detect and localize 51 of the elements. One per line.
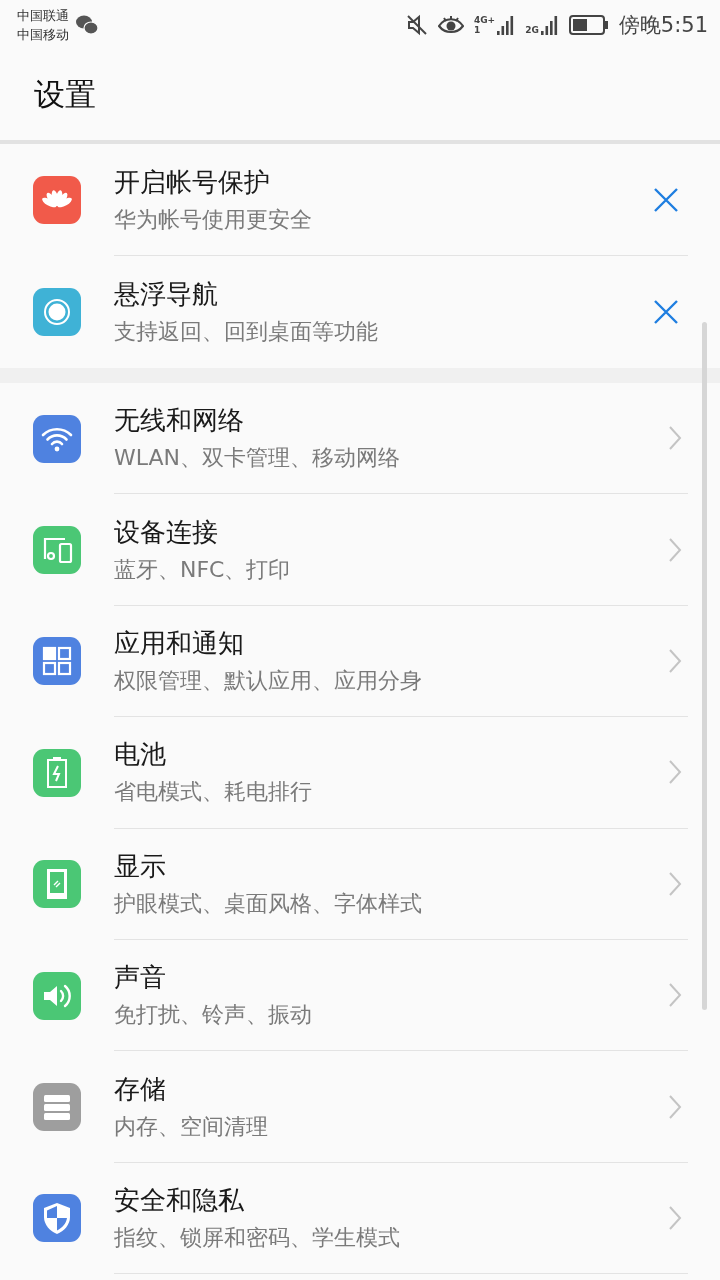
eye-icon [437,15,464,35]
muted-speaker-icon [405,14,428,36]
item-title: 设备连接 [114,515,219,549]
settings-item[interactable]: 存储 内存、空间清理 [0,1051,720,1163]
settings-item[interactable]: 悬浮导航 支持返回、回到桌面等功能 [0,256,720,368]
item-title: 显示 [114,849,167,883]
item-title: 无线和网络 [114,404,245,438]
network-type: 4G+ [473,15,496,25]
chevron-icon [668,647,682,674]
item-title: 应用和通知 [114,626,245,660]
item-title: 开启帐号保护 [114,165,271,199]
item-subtitle: 权限管理、默认应用、应用分身 [114,666,423,695]
signal-bars-icon [540,15,559,35]
item-subtitle: 护眼模式、桌面风格、字体样式 [114,889,423,918]
chevron-icon [668,759,682,786]
settings-item[interactable]: 安全和隐私 指纹、锁屏和密码、学生模式 [0,1162,720,1275]
settings-item[interactable]: 应用和通知 权限管理、默认应用、应用分身 [0,605,720,718]
item-subtitle: 华为帐号使用更安全 [114,205,313,234]
chevron-icon [668,982,682,1009]
chevron-icon [668,536,682,563]
item-title: 悬浮导航 [114,278,219,311]
item-subtitle: 蓝牙、NFC、打印 [114,555,292,584]
settings-item[interactable]: 声音 免打扰、铃声、振动 [0,939,720,1052]
battery-icon [568,15,609,35]
settings-item[interactable]: 电池 省电模式、耗电排行 [0,717,720,829]
chat-bubbles-icon [75,14,99,36]
clock-time: 傍晚5:51 [618,12,708,39]
item-title: 安全和隐私 [114,1183,245,1217]
item-subtitle: 支持返回、回到桌面等功能 [114,318,379,346]
settings-item[interactable]: 开启帐号保护 华为帐号使用更安全 [0,144,720,256]
item-subtitle: 指纹、锁屏和密码、学生模式 [114,1223,401,1252]
item-subtitle: 免打扰、铃声、振动 [114,1001,313,1030]
chevron-icon [668,870,682,897]
item-subtitle: 内存、空间清理 [114,1112,269,1141]
item-title: 存储 [114,1072,167,1106]
item-subtitle: WLAN、双卡管理、移动网络 [114,444,402,473]
sim-number: 1 [473,25,482,35]
chevron-icon [668,1204,682,1231]
carrier-name: 中国联通 [17,7,69,25]
item-title: 声音 [114,961,167,995]
carrier-name: 中国移动 [17,26,69,44]
item-title: 电池 [114,738,167,772]
chevron-icon [668,1093,682,1120]
signal-bars-icon [497,15,516,35]
settings-item[interactable]: 设备连接 蓝牙、NFC、打印 [0,494,720,606]
item-subtitle: 省电模式、耗电排行 [114,778,313,807]
page-title: 设置 [34,75,96,114]
chevron-icon [668,425,682,452]
settings-item[interactable]: 无线和网络 WLAN、双卡管理、移动网络 [0,383,720,495]
settings-item[interactable]: 显示 护眼模式、桌面风格、字体样式 [0,828,720,940]
network-type: 2G [525,25,539,35]
